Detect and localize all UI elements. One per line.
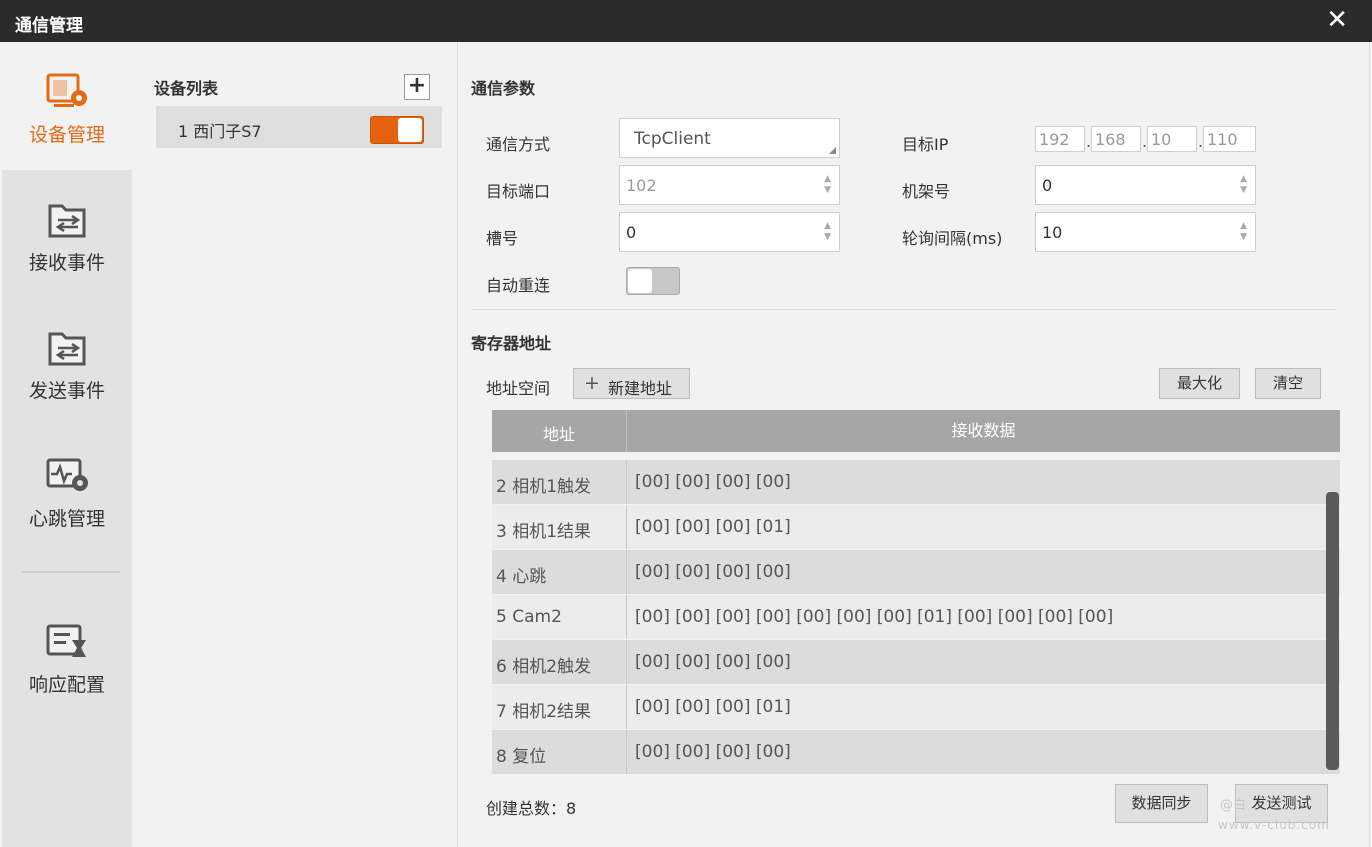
- device-list-title: 设备列表: [154, 79, 219, 98]
- row-data: [00] [00] [00] [01]: [626, 505, 1340, 549]
- slot-label: 槽号: [486, 229, 519, 248]
- row-data: [00] [00] [00] [01]: [626, 685, 1340, 729]
- port-value: 102: [626, 176, 657, 195]
- device-list-panel: 设备列表 + 1 西门子S7: [132, 42, 458, 847]
- poll-interval-value: 10: [1042, 223, 1063, 242]
- device-label: 1 西门子S7: [178, 122, 262, 141]
- row-address: 5 Cam2: [496, 607, 562, 627]
- table-header: 地址 接收数据: [492, 410, 1340, 452]
- column-header-data: 接收数据: [626, 410, 1340, 452]
- new-address-button[interactable]: + 新建地址: [573, 368, 690, 399]
- ip-octet-2[interactable]: 168: [1091, 126, 1141, 152]
- registers-title: 寄存器地址: [471, 334, 552, 353]
- clear-button[interactable]: 清空: [1255, 368, 1321, 399]
- nav-item-send-events[interactable]: 发送事件: [2, 298, 132, 426]
- table-row[interactable]: 5 Cam2 [00] [00] [00] [00] [00] [00] [00…: [492, 595, 1340, 639]
- hourglass-list-icon: [46, 624, 86, 657]
- rack-spinbox[interactable]: 0 ▲ ▼: [1035, 165, 1256, 205]
- row-address: 8 复位: [496, 747, 547, 767]
- nav-item-label: 响应配置: [28, 674, 105, 696]
- toggle-knob: [628, 269, 652, 293]
- row-data: [00] [00] [00] [00]: [626, 460, 1340, 504]
- spin-arrows-icon[interactable]: ▲ ▼: [824, 221, 831, 243]
- row-address: 2 相机1触发: [496, 477, 592, 497]
- rack-value: 0: [1042, 176, 1053, 195]
- rack-label: 机架号: [902, 182, 951, 201]
- poll-interval-spinbox[interactable]: 10 ▲ ▼: [1035, 212, 1256, 252]
- port-label: 目标端口: [486, 182, 551, 201]
- watermark-handle: @白: [1220, 798, 1247, 813]
- row-data: [00] [00] [00] [00]: [626, 730, 1340, 774]
- column-header-address: 地址: [542, 425, 575, 444]
- title-bar: 通信管理 ✕: [0, 0, 1372, 42]
- spin-arrows-icon[interactable]: ▲ ▼: [1240, 174, 1247, 196]
- mode-select[interactable]: TcpClient: [619, 118, 840, 158]
- device-settings-icon: [46, 73, 87, 107]
- table-row[interactable]: 3 相机1结果 [00] [00] [00] [01]: [492, 505, 1340, 549]
- watermark-site: www.v-club.com: [1218, 818, 1330, 832]
- row-data: [00] [00] [00] [00] [00] [00] [00] [01] …: [626, 595, 1340, 639]
- device-enable-toggle[interactable]: [370, 116, 424, 144]
- slot-spinbox[interactable]: 0 ▲ ▼: [619, 212, 840, 252]
- close-icon[interactable]: ✕: [1326, 6, 1348, 34]
- params-title: 通信参数: [471, 79, 536, 98]
- table-row[interactable]: 7 相机2结果 [00] [00] [00] [01]: [492, 685, 1340, 729]
- total-count: 创建总数：8: [486, 795, 576, 819]
- data-sync-button[interactable]: 数据同步: [1115, 784, 1208, 823]
- row-address: 7 相机2结果: [496, 702, 592, 722]
- heartbeat-settings-icon: [46, 458, 88, 491]
- table-row[interactable]: 2 相机1触发 [00] [00] [00] [00]: [492, 460, 1340, 504]
- row-data: [00] [00] [00] [00]: [626, 550, 1340, 594]
- device-list-item[interactable]: 1 西门子S7: [156, 106, 442, 148]
- nav-item-label: 发送事件: [28, 380, 105, 402]
- maximize-button[interactable]: 最大化: [1159, 368, 1240, 399]
- resize-corner-icon: [829, 147, 836, 154]
- auto-reconnect-label: 自动重连: [486, 276, 551, 295]
- nav-divider: [22, 571, 120, 573]
- ip-octet-1[interactable]: 192: [1035, 126, 1085, 152]
- auto-reconnect-toggle[interactable]: [626, 267, 680, 295]
- nav-item-receive-events[interactable]: 接收事件: [2, 170, 132, 298]
- ip-label: 目标IP: [902, 135, 949, 154]
- ip-octet-3[interactable]: 10: [1147, 126, 1197, 152]
- table-scrollbar[interactable]: [1326, 492, 1339, 770]
- nav-item-device-management[interactable]: 设备管理: [2, 42, 132, 170]
- send-folder-icon: [48, 332, 86, 366]
- spin-arrows-icon[interactable]: ▲ ▼: [824, 174, 831, 196]
- slot-value: 0: [626, 223, 637, 242]
- window-title: 通信管理: [15, 16, 83, 36]
- mode-value: TcpClient: [634, 129, 711, 149]
- receive-folder-icon: [48, 204, 86, 238]
- row-address: 6 相机2触发: [496, 657, 592, 677]
- nav-item-heartbeat[interactable]: 心跳管理: [2, 426, 132, 554]
- nav-item-response-config[interactable]: 响应配置: [2, 592, 132, 720]
- row-address: 4 心跳: [496, 567, 547, 587]
- plus-icon: +: [584, 372, 600, 394]
- row-address: 3 相机1结果: [496, 522, 592, 542]
- port-spinbox[interactable]: 102 ▲ ▼: [619, 165, 840, 205]
- table-row[interactable]: 6 相机2触发 [00] [00] [00] [00]: [492, 640, 1340, 684]
- side-nav: 设备管理 接收事件 发送事件 心跳管理 响应配置: [2, 42, 132, 847]
- section-divider: [471, 309, 1337, 310]
- ip-octet-4[interactable]: 110: [1203, 126, 1256, 152]
- nav-item-label: 心跳管理: [28, 508, 105, 530]
- table-row[interactable]: 4 心跳 [00] [00] [00] [00]: [492, 550, 1340, 594]
- total-count-value: 8: [566, 799, 577, 818]
- total-count-label: 创建总数：: [486, 799, 567, 818]
- table-row[interactable]: 8 复位 [00] [00] [00] [00]: [492, 730, 1340, 774]
- row-data: [00] [00] [00] [00]: [626, 640, 1340, 684]
- add-device-button[interactable]: +: [404, 74, 430, 100]
- nav-item-label: 设备管理: [28, 124, 105, 146]
- address-space-label: 地址空间: [486, 379, 551, 398]
- spin-arrows-icon[interactable]: ▲ ▼: [1240, 221, 1247, 243]
- register-table[interactable]: 2 相机1触发 [00] [00] [00] [00] 3 相机1结果 [00]…: [492, 452, 1340, 776]
- toggle-knob: [398, 118, 422, 142]
- nav-item-label: 接收事件: [28, 252, 105, 274]
- mode-label: 通信方式: [486, 135, 551, 154]
- poll-interval-label: 轮询间隔(ms): [902, 229, 1003, 248]
